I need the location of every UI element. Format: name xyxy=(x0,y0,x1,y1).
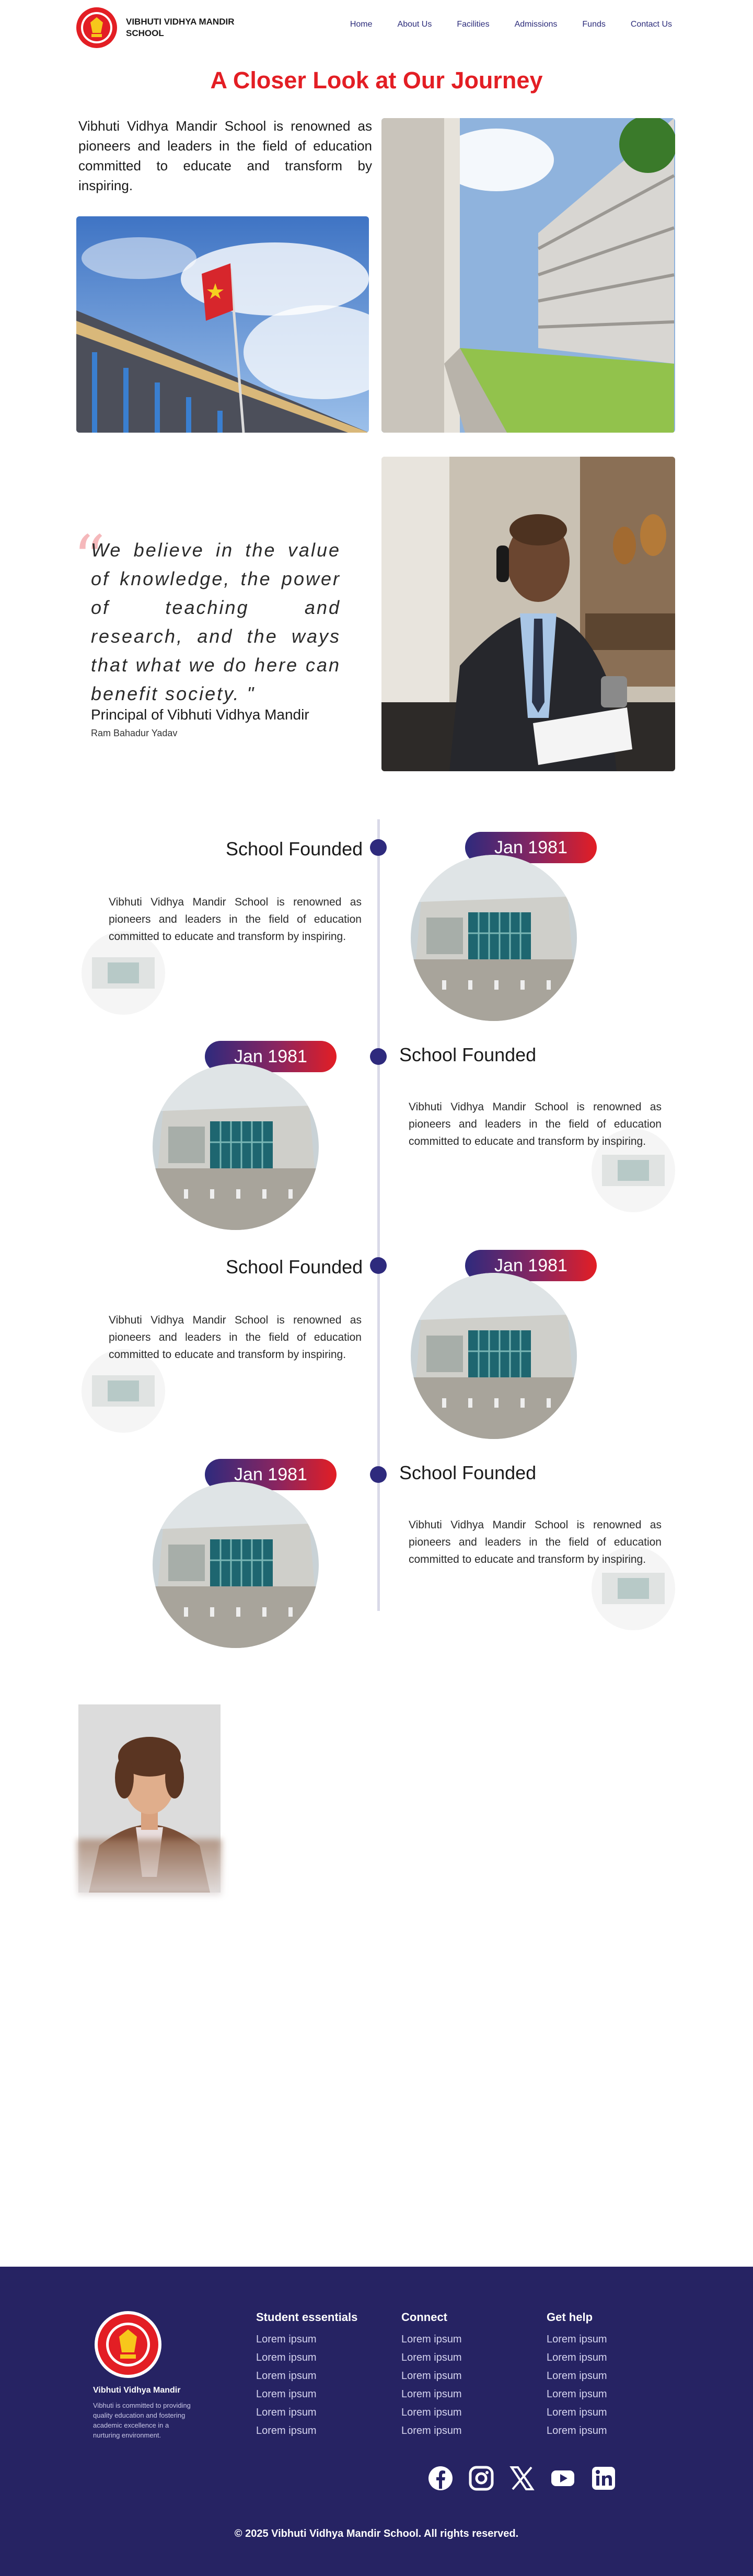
timeline-heading: School Founded xyxy=(399,1044,537,1065)
nav-admissions[interactable]: Admissions xyxy=(515,20,558,29)
footer-link[interactable]: Lorem ipsum xyxy=(547,2407,607,2419)
timeline-building-image xyxy=(153,1064,319,1230)
site-footer: Vibhuti Vidhya Mandir Vibhuti is committ… xyxy=(0,2267,753,2576)
intro-paragraph: Vibhuti Vidhya Mandir School is renowned… xyxy=(78,118,372,193)
instagram-icon[interactable] xyxy=(468,2465,494,2491)
footer-school-name: Vibhuti Vidhya Mandir xyxy=(93,2386,181,2395)
x-icon[interactable] xyxy=(509,2465,535,2491)
footer-link[interactable]: Lorem ipsum xyxy=(401,2425,462,2437)
footer-link[interactable]: Lorem ipsum xyxy=(401,2352,462,2364)
nav-funds[interactable]: Funds xyxy=(582,20,605,29)
timeline-line xyxy=(377,819,380,1611)
timeline-building-image xyxy=(411,855,577,1021)
blurred-caption xyxy=(77,1839,222,1896)
nav-contact-us[interactable]: Contact Us xyxy=(631,20,672,29)
page-title: A Closer Look at Our Journey xyxy=(210,67,543,94)
timeline-dot xyxy=(370,1257,387,1274)
footer-link[interactable]: Lorem ipsum xyxy=(547,2334,607,2346)
timeline-building-image xyxy=(153,1482,319,1648)
logo-link[interactable]: VIBHUTI VIDHYA MANDIR SCHOOL xyxy=(76,7,251,49)
timeline-dot xyxy=(370,839,387,856)
principal-title: Principal of Vibhuti Vidhya Mandir xyxy=(91,706,309,723)
footer-link[interactable]: Lorem ipsum xyxy=(256,2334,357,2346)
footer-link[interactable]: Lorem ipsum xyxy=(256,2370,357,2382)
footer-school-logo xyxy=(95,2311,161,2378)
timeline-dot xyxy=(370,1048,387,1065)
footer-column-title: Connect xyxy=(401,2311,447,2324)
building-photo xyxy=(381,118,675,433)
footer-description: Vibhuti is committed to providing qualit… xyxy=(93,2401,191,2439)
timeline-description: Vibhuti Vidhya Mandir School is renowned… xyxy=(109,1314,362,1361)
social-links xyxy=(427,2465,617,2491)
footer-link[interactable]: Lorem ipsum xyxy=(401,2388,462,2400)
footer-column-connect: Connect Lorem ipsum Lorem ipsum Lorem ip… xyxy=(401,2311,462,2443)
site-header: VIBHUTI VIDHYA MANDIR SCHOOL Home About … xyxy=(0,0,753,50)
principal-name: Ram Bahadur Yadav xyxy=(91,728,178,738)
linkedin-icon[interactable] xyxy=(590,2465,617,2491)
footer-column-title: Get help xyxy=(547,2311,593,2324)
footer-link[interactable]: Lorem ipsum xyxy=(547,2352,607,2364)
timeline-dot xyxy=(370,1466,387,1483)
flag-photo xyxy=(76,216,369,433)
copyright-text: © 2025 Vibhuti Vidhya Mandir School. All… xyxy=(234,2528,519,2539)
footer-column-title: Student essentials xyxy=(256,2311,358,2324)
footer-link[interactable]: Lorem ipsum xyxy=(547,2388,607,2400)
timeline-description: Vibhuti Vidhya Mandir School is renowned… xyxy=(409,1101,662,1147)
footer-link[interactable]: Lorem ipsum xyxy=(256,2425,357,2437)
nav-about-us[interactable]: About Us xyxy=(398,20,432,29)
footer-column-student-essentials: Student essentials Lorem ipsum Lorem ips… xyxy=(256,2311,357,2443)
footer-link[interactable]: Lorem ipsum xyxy=(256,2407,357,2419)
timeline-heading: School Founded xyxy=(226,838,363,860)
footer-link[interactable]: Lorem ipsum xyxy=(256,2388,357,2400)
footer-link[interactable]: Lorem ipsum xyxy=(401,2334,462,2346)
facebook-icon[interactable] xyxy=(427,2465,454,2491)
footer-link[interactable]: Lorem ipsum xyxy=(401,2407,462,2419)
footer-column-get-help: Get help Lorem ipsum Lorem ipsum Lorem i… xyxy=(547,2311,607,2443)
footer-link[interactable]: Lorem ipsum xyxy=(256,2352,357,2364)
principal-photo xyxy=(381,457,675,771)
timeline-heading: School Founded xyxy=(226,1256,363,1278)
principal-quote: We believe in the value of knowledge, th… xyxy=(91,539,341,704)
footer-link[interactable]: Lorem ipsum xyxy=(401,2370,462,2382)
main-nav: Home About Us Facilities Admissions Fund… xyxy=(325,20,672,29)
nav-facilities[interactable]: Facilities xyxy=(457,20,489,29)
timeline-description: Vibhuti Vidhya Mandir School is renowned… xyxy=(109,896,362,943)
timeline-building-image xyxy=(411,1273,577,1439)
timeline-description: Vibhuti Vidhya Mandir School is renowned… xyxy=(409,1519,662,1565)
footer-link[interactable]: Lorem ipsum xyxy=(547,2425,607,2437)
footer-link[interactable]: Lorem ipsum xyxy=(547,2370,607,2382)
brand-name: VIBHUTI VIDHYA MANDIR SCHOOL xyxy=(126,17,235,38)
youtube-icon[interactable] xyxy=(550,2465,576,2491)
nav-home[interactable]: Home xyxy=(350,20,373,29)
timeline-heading: School Founded xyxy=(399,1462,537,1483)
school-logo xyxy=(76,7,117,48)
